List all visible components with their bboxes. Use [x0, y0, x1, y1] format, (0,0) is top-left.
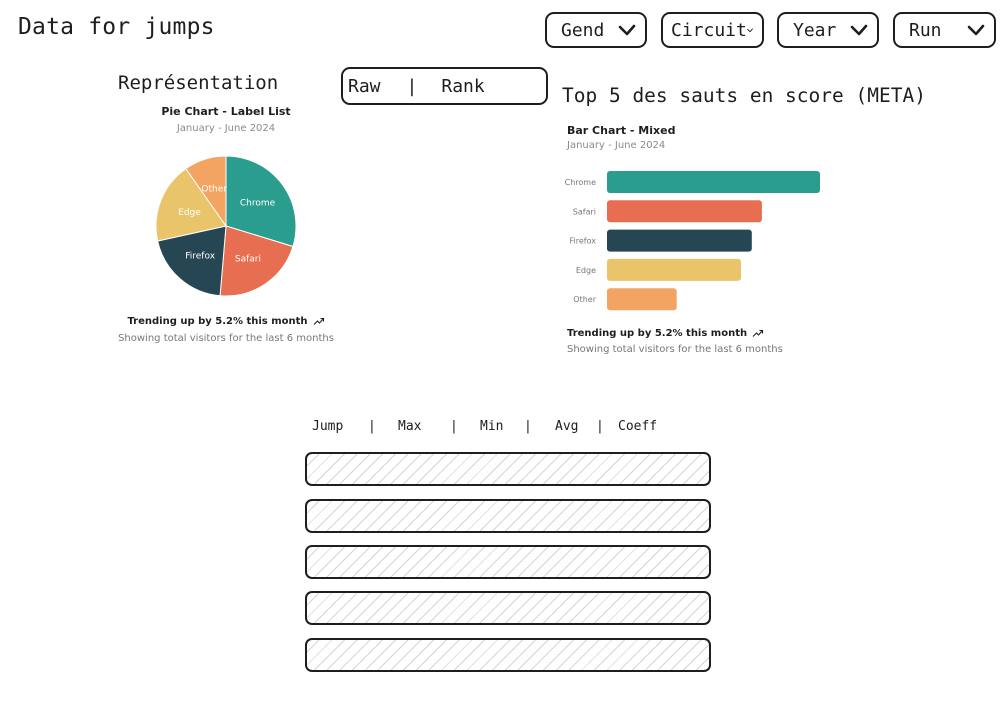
bar-label-safari: Safari [573, 207, 596, 216]
representation-title: Représentation [118, 72, 279, 94]
chevron-down-icon [618, 24, 636, 35]
bar-label-chrome: Chrome [565, 178, 596, 187]
filter-year-dropdown[interactable]: Year [777, 12, 879, 48]
pie-chart: Chrome Safari Firefox Edge Other [155, 155, 297, 297]
bar-chart-title: Bar Chart - Mixed [567, 124, 676, 137]
bar-other [607, 288, 677, 311]
pie-label-safari: Safari [235, 254, 261, 264]
column-separator: | [596, 419, 604, 434]
column-separator: | [524, 419, 532, 434]
bar-label-other: Other [573, 295, 596, 304]
bar-label-edge: Edge [576, 266, 596, 275]
column-separator: | [450, 419, 458, 434]
top5-title: Top 5 des sauts en score (META) [562, 84, 926, 107]
toggle-separator: | [406, 75, 418, 97]
filter-gend-label: Gend [561, 19, 605, 41]
filter-run-dropdown[interactable]: Run [893, 12, 996, 48]
bar-chrome [607, 171, 820, 193]
table-row[interactable] [305, 638, 711, 672]
column-header-min: Min [480, 419, 504, 434]
chevron-down-icon [850, 24, 868, 35]
column-separator: | [368, 419, 376, 434]
chevron-down-icon [967, 24, 985, 35]
bar-chart-subtitle: January - June 2024 [567, 140, 666, 151]
chevron-down-icon [747, 28, 753, 32]
toggle-rank-option[interactable]: Rank [441, 76, 484, 97]
bar-trend-text: Trending up by 5.2% this month [567, 328, 748, 339]
table-row[interactable] [305, 591, 711, 625]
column-header-max: Max [398, 419, 422, 434]
filter-circuit-label: Circuit [671, 19, 747, 41]
bar-safari [607, 200, 762, 223]
pie-label-firefox: Firefox [185, 251, 215, 261]
pie-label-chrome: Chrome [240, 199, 276, 209]
bar-firefox [607, 229, 752, 252]
table-row[interactable] [305, 499, 711, 533]
filter-circuit-dropdown[interactable]: Circuit [661, 12, 764, 48]
column-header-jump: Jump [312, 419, 344, 434]
trending-up-icon [313, 317, 324, 325]
app-title: Data for jumps [18, 14, 215, 40]
filter-year-label: Year [793, 19, 837, 41]
pie-chart-subtitle: January - June 2024 [176, 123, 276, 134]
trending-up-icon [752, 329, 764, 337]
bar-chart: Chrome Safari Firefox Edge Other [565, 171, 820, 311]
pie-trend-text: Trending up by 5.2% this month [127, 316, 308, 327]
pie-footer-text: Showing total visitors for the last 6 mo… [118, 333, 334, 344]
bar-footer-text: Showing total visitors for the last 6 mo… [567, 344, 783, 355]
column-header-coeff: Coeff [618, 419, 658, 434]
pie-chart-title: Pie Chart - Label List [161, 105, 291, 118]
column-header-avg: Avg [555, 419, 579, 434]
filter-gend-dropdown[interactable]: Gend [545, 12, 647, 48]
pie-label-other: Other [201, 185, 227, 195]
bar-label-firefox: Firefox [570, 237, 597, 246]
toggle-raw-option[interactable]: Raw [348, 76, 381, 97]
pie-label-edge: Edge [178, 208, 201, 218]
filter-run-label: Run [909, 19, 942, 41]
table-row[interactable] [305, 545, 711, 579]
raw-rank-toggle[interactable]: Raw | Rank [341, 67, 548, 105]
bar-edge [607, 258, 741, 281]
table-row[interactable] [305, 452, 711, 486]
